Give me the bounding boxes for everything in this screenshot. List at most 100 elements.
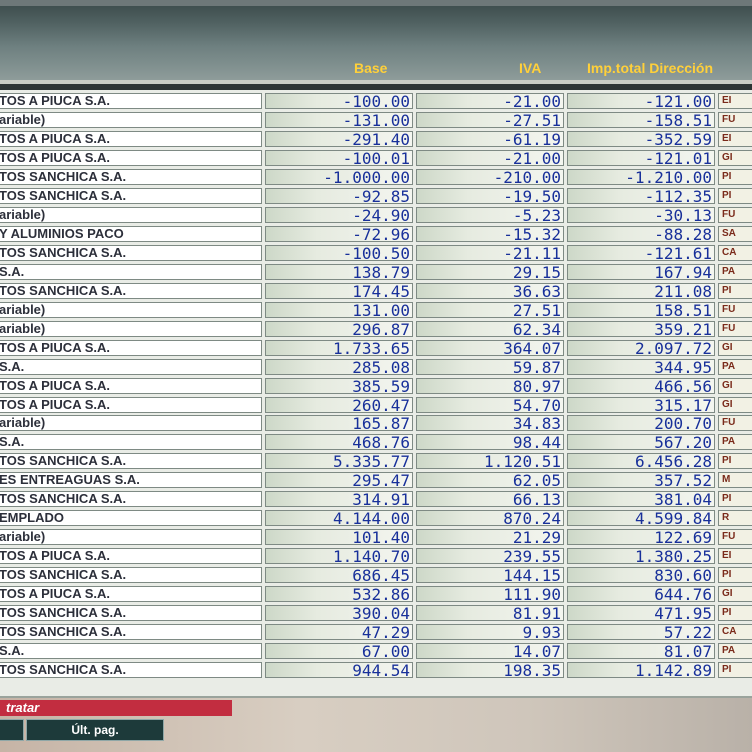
cell-imp-total: -352.59 xyxy=(567,130,715,147)
table-row[interactable]: ariable) 131.00 27.51 158.51 FU xyxy=(0,301,752,320)
cell-name: S.A. xyxy=(0,358,262,375)
column-header-imp-total[interactable]: Imp.total xyxy=(587,60,645,76)
table-row[interactable]: ES ENTREAGUAS S.A. 295.47 62.05 357.52 M xyxy=(0,471,752,490)
cell-base: 131.00 xyxy=(265,301,413,318)
cell-base: 1.733.65 xyxy=(265,339,413,356)
header-dark-strip xyxy=(0,84,752,90)
table-row[interactable]: TOS SANCHICA S.A. 686.45 144.15 830.60 PI xyxy=(0,566,752,585)
table-row[interactable]: TOS SANCHICA S.A. 47.29 9.93 57.22 CA xyxy=(0,623,752,642)
table-row[interactable]: TOS A PIUCA S.A. -291.40 -61.19 -352.59 EI xyxy=(0,130,752,149)
previous-page-button[interactable] xyxy=(0,719,24,741)
table-row[interactable]: ariable) 101.40 21.29 122.69 FU xyxy=(0,528,752,547)
table-row[interactable]: TOS A PIUCA S.A. -100.00 -21.00 -121.00 EI xyxy=(0,92,752,111)
cell-iva: 59.87 xyxy=(416,358,564,375)
cell-iva: -27.51 xyxy=(416,111,564,128)
table-row[interactable]: ariable) 165.87 34.83 200.70 FU xyxy=(0,414,752,433)
cell-imp-total: -121.00 xyxy=(567,93,715,109)
table-row[interactable]: S.A. 67.00 14.07 81.07 PA xyxy=(0,642,752,661)
column-header-direccion[interactable]: Dirección xyxy=(649,60,713,76)
cell-imp-total: 471.95 xyxy=(567,605,715,622)
table-row[interactable]: TOS A PIUCA S.A. 385.59 80.97 466.56 GI xyxy=(0,377,752,396)
cell-iva: 36.63 xyxy=(416,282,564,299)
table-row[interactable]: Y ALUMINIOS PACO -72.96 -15.32 -88.28 SA xyxy=(0,225,752,244)
table-row[interactable]: S.A. 285.08 59.87 344.95 PA xyxy=(0,358,752,377)
cell-name: S.A. xyxy=(0,263,262,280)
cell-iva: 364.07 xyxy=(416,339,564,356)
cell-name: S.A. xyxy=(0,434,262,451)
invoice-table: TOS A PIUCA S.A. -100.00 -21.00 -121.00 EI ar… xyxy=(0,92,752,680)
table-row[interactable]: EMPLADO 4.144.00 870.24 4.599.84 R xyxy=(0,509,752,528)
cell-base: 101.40 xyxy=(265,529,413,546)
table-row[interactable]: TOS SANCHICA S.A. 314.91 66.13 381.04 PI xyxy=(0,490,752,509)
cell-name: TOS SANCHICA S.A. xyxy=(0,282,262,299)
last-page-button[interactable]: Últ. pag. xyxy=(26,719,164,741)
cell-imp-total: -121.61 xyxy=(567,244,715,261)
cell-direccion: FU xyxy=(718,301,752,318)
cell-name: TOS SANCHICA S.A. xyxy=(0,662,262,679)
table-row[interactable]: TOS A PIUCA S.A. 532.86 111.90 644.76 GI xyxy=(0,585,752,604)
table-row[interactable]: TOS SANCHICA S.A. 944.54 198.35 1.142.89 PI xyxy=(0,661,752,680)
table-row[interactable]: TOS A PIUCA S.A. 260.47 54.70 315.17 GI xyxy=(0,396,752,415)
cell-direccion: PI xyxy=(718,605,752,622)
cell-imp-total: 1.380.25 xyxy=(567,548,715,565)
cell-base: -100.00 xyxy=(265,93,413,109)
cell-direccion: PI xyxy=(718,567,752,584)
cell-base: -92.85 xyxy=(265,187,413,204)
cell-name: TOS A PIUCA S.A. xyxy=(0,130,262,147)
table-row[interactable]: S.A. 138.79 29.15 167.94 PA xyxy=(0,263,752,282)
cell-base: -24.90 xyxy=(265,206,413,223)
table-row[interactable]: TOS A PIUCA S.A. 1.140.70 239.55 1.380.25 EI xyxy=(0,547,752,566)
column-header-iva[interactable]: IVA xyxy=(519,60,541,76)
cell-direccion: GI xyxy=(718,396,752,413)
cell-base: 138.79 xyxy=(265,263,413,280)
table-row[interactable]: TOS A PIUCA S.A. -100.01 -21.00 -121.01 GI xyxy=(0,149,752,168)
cell-iva: 34.83 xyxy=(416,415,564,432)
cell-iva: -5.23 xyxy=(416,206,564,223)
table-row[interactable]: TOS SANCHICA S.A. -92.85 -19.50 -112.35 PI xyxy=(0,187,752,206)
cell-name: ariable) xyxy=(0,320,262,337)
cell-name: ariable) xyxy=(0,301,262,318)
cell-base: 165.87 xyxy=(265,415,413,432)
cell-iva: -210.00 xyxy=(416,168,564,185)
cell-base: 5.335.77 xyxy=(265,453,413,470)
cell-imp-total: 158.51 xyxy=(567,301,715,318)
cell-imp-total: -112.35 xyxy=(567,187,715,204)
cell-direccion: GI xyxy=(718,339,752,356)
cell-name: TOS A PIUCA S.A. xyxy=(0,548,262,565)
cell-imp-total: -158.51 xyxy=(567,111,715,128)
cell-iva: 870.24 xyxy=(416,510,564,527)
cell-direccion: CA xyxy=(718,244,752,261)
cell-name: TOS SANCHICA S.A. xyxy=(0,605,262,622)
table-row[interactable]: TOS SANCHICA S.A. 174.45 36.63 211.08 PI xyxy=(0,282,752,301)
column-header-imp-total-direccion[interactable]: Imp.total Dirección xyxy=(587,60,713,76)
cell-imp-total: 1.142.89 xyxy=(567,662,715,679)
cell-name: TOS SANCHICA S.A. xyxy=(0,168,262,185)
table-row[interactable]: S.A. 468.76 98.44 567.20 PA xyxy=(0,433,752,452)
table-row[interactable]: TOS SANCHICA S.A. -100.50 -21.11 -121.61 CA xyxy=(0,244,752,263)
cell-direccion: PI xyxy=(718,187,752,204)
cell-base: -1.000.00 xyxy=(265,168,413,185)
cell-base: -72.96 xyxy=(265,225,413,242)
cell-iva: -61.19 xyxy=(416,130,564,147)
table-row[interactable]: ariable) 296.87 62.34 359.21 FU xyxy=(0,320,752,339)
cell-name: TOS SANCHICA S.A. xyxy=(0,624,262,641)
cell-iva: 98.44 xyxy=(416,434,564,451)
table-row[interactable]: ariable) -131.00 -27.51 -158.51 FU xyxy=(0,111,752,130)
cell-iva: 54.70 xyxy=(416,396,564,413)
column-header-base[interactable]: Base xyxy=(354,60,387,76)
cell-direccion: R xyxy=(718,510,752,527)
cell-base: -291.40 xyxy=(265,130,413,147)
table-row[interactable]: TOS SANCHICA S.A. -1.000.00 -210.00 -1.210.… xyxy=(0,168,752,187)
cell-iva: 14.07 xyxy=(416,643,564,660)
cell-iva: 62.34 xyxy=(416,320,564,337)
cell-direccion: GI xyxy=(718,377,752,394)
cell-name: EMPLADO xyxy=(0,510,262,527)
cell-base: 1.140.70 xyxy=(265,548,413,565)
table-row[interactable]: TOS SANCHICA S.A. 390.04 81.91 471.95 PI xyxy=(0,604,752,623)
cell-direccion: M xyxy=(718,472,752,489)
cell-imp-total: 122.69 xyxy=(567,529,715,546)
table-row[interactable]: ariable) -24.90 -5.23 -30.13 FU xyxy=(0,206,752,225)
table-row[interactable]: TOS SANCHICA S.A. 5.335.77 1.120.51 6.456.2… xyxy=(0,452,752,471)
cell-direccion: PI xyxy=(718,453,752,470)
table-row[interactable]: TOS A PIUCA S.A. 1.733.65 364.07 2.097.72 GI xyxy=(0,339,752,358)
